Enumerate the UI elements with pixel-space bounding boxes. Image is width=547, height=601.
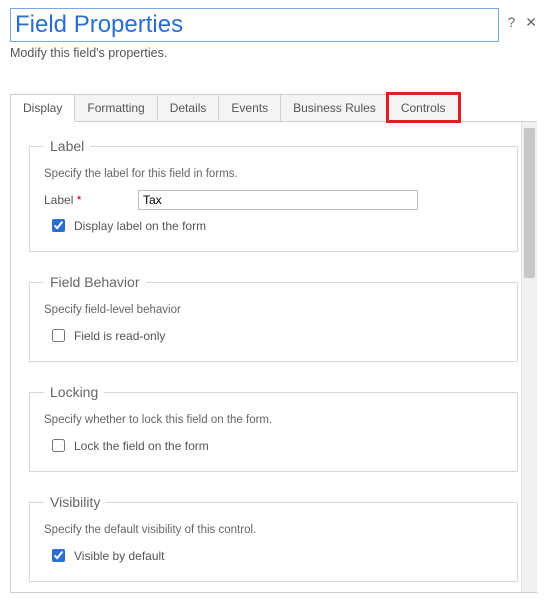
section-label: Label Specify the label for this field i… [29, 138, 518, 252]
section-locking: Locking Specify whether to lock this fie… [29, 384, 518, 472]
readonly-text: Field is read-only [74, 329, 165, 343]
label-field-caption: Label * [44, 193, 132, 207]
display-label-checkbox[interactable] [52, 219, 65, 232]
section-behavior-legend: Field Behavior [44, 274, 146, 290]
page-subtitle: Modify this field's properties. [10, 46, 537, 60]
tab-bar: Display Formatting Details Events Busine… [10, 94, 537, 122]
lock-checkbox[interactable] [52, 439, 65, 452]
section-label-desc: Specify the label for this field in form… [44, 168, 503, 180]
section-visibility-desc: Specify the default visibility of this c… [44, 524, 503, 536]
section-behavior-desc: Specify field-level behavior [44, 304, 503, 316]
tab-controls[interactable]: Controls [388, 94, 459, 121]
section-visibility-legend: Visibility [44, 494, 106, 510]
readonly-checkbox[interactable] [52, 329, 65, 342]
scrollbar[interactable] [521, 122, 537, 592]
close-icon[interactable]: ✕ [525, 14, 537, 31]
section-behavior: Field Behavior Specify field-level behav… [29, 274, 518, 362]
label-input[interactable] [138, 190, 418, 210]
lock-text: Lock the field on the form [74, 439, 209, 453]
section-visibility: Visibility Specify the default visibilit… [29, 494, 518, 582]
section-label-legend: Label [44, 138, 90, 154]
display-label-text: Display label on the form [74, 219, 206, 233]
tab-formatting[interactable]: Formatting [74, 94, 157, 121]
required-mark: * [77, 193, 82, 207]
visible-checkbox[interactable] [52, 549, 65, 562]
tab-panel: Label Specify the label for this field i… [10, 122, 537, 593]
tab-events[interactable]: Events [218, 94, 281, 121]
section-locking-desc: Specify whether to lock this field on th… [44, 414, 503, 426]
help-icon[interactable]: ? [507, 14, 515, 31]
tab-details[interactable]: Details [157, 94, 220, 121]
scrollbar-thumb[interactable] [524, 128, 535, 278]
page-title: Field Properties [10, 8, 499, 42]
visible-text: Visible by default [74, 549, 165, 563]
tab-display[interactable]: Display [10, 94, 75, 122]
tab-business-rules[interactable]: Business Rules [280, 94, 389, 121]
section-locking-legend: Locking [44, 384, 104, 400]
